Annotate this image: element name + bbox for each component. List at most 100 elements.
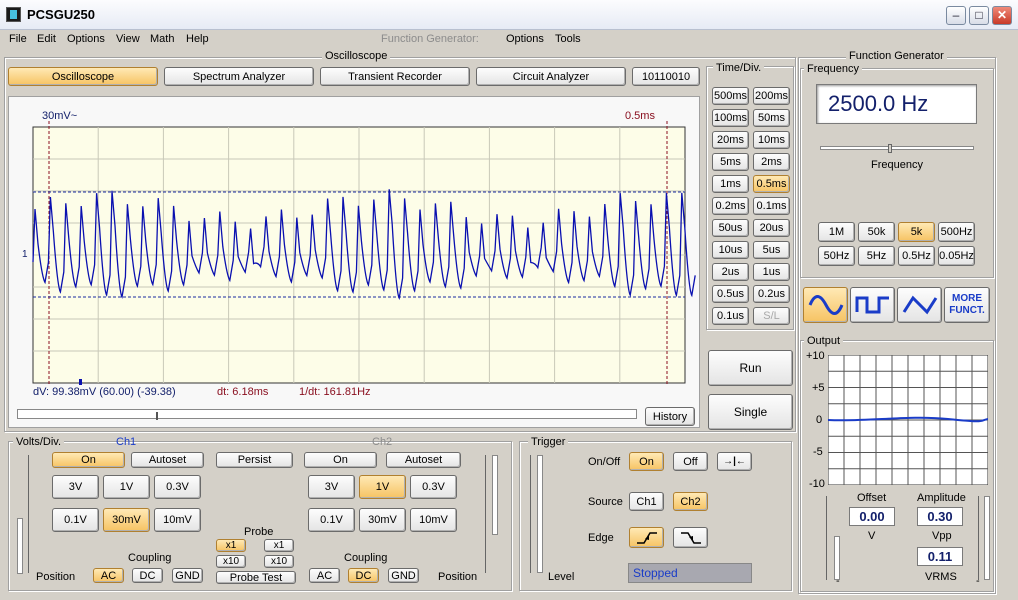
scope-plot[interactable] — [9, 97, 699, 427]
maximize-button[interactable]: □ — [969, 6, 989, 25]
offset-slider[interactable] — [834, 536, 840, 580]
amplitude-value[interactable]: 0.30 — [917, 507, 963, 526]
ch1-range-button[interactable]: 0.3V — [154, 475, 201, 499]
rising-edge-icon[interactable] — [629, 527, 664, 548]
timediv-button[interactable]: 200ms — [753, 87, 790, 105]
history-button[interactable]: History — [645, 407, 695, 426]
timediv-button[interactable]: 0.1ms — [753, 197, 790, 215]
timediv-button[interactable]: 1us — [753, 263, 790, 281]
tab-transient-recorder[interactable]: Transient Recorder — [320, 67, 470, 86]
offset-value[interactable]: 0.00 — [849, 507, 895, 526]
fgen-range-button[interactable]: 5Hz — [858, 246, 895, 266]
timediv-button[interactable]: S/L — [753, 307, 790, 325]
timediv-button[interactable]: 2us — [712, 263, 749, 281]
ch1-probe-x1[interactable]: x1 — [216, 539, 246, 552]
fgen-range-button[interactable]: 0.05Hz — [938, 246, 975, 266]
timediv-button[interactable]: 50us — [712, 219, 749, 237]
ch1-range-button[interactable]: 30mV — [103, 508, 150, 532]
ch2-probe-x1[interactable]: x1 — [264, 539, 294, 552]
timediv-button[interactable]: 5us — [753, 241, 790, 259]
ch1-autoset-button[interactable]: Autoset — [131, 452, 204, 468]
fgen-range-button[interactable]: 50Hz — [818, 246, 855, 266]
ch2-range-button[interactable]: 3V — [308, 475, 355, 499]
timediv-button[interactable]: 0.5us — [712, 285, 749, 303]
square-wave-icon[interactable] — [850, 287, 895, 323]
timediv-button[interactable]: 500ms — [712, 87, 749, 105]
y-tick-label: -10 — [809, 478, 825, 490]
ch1-range-button[interactable]: 1V — [103, 475, 150, 499]
falling-edge-icon[interactable] — [673, 527, 708, 548]
tab-spectrum-analyzer[interactable]: Spectrum Analyzer — [164, 67, 314, 86]
ch2-position-slider[interactable] — [492, 455, 498, 535]
timediv-button[interactable]: 10us — [712, 241, 749, 259]
ch1-coupling-gnd[interactable]: GND — [172, 568, 203, 583]
run-button[interactable]: Run — [708, 350, 793, 386]
menu-view[interactable]: View — [116, 33, 140, 45]
fgen-range-button[interactable]: 50k — [858, 222, 895, 242]
tab-oscilloscope[interactable]: Oscilloscope — [8, 67, 158, 86]
timediv-button[interactable]: 100ms — [712, 109, 749, 127]
menu-file[interactable]: File — [9, 33, 27, 45]
ch2-on-button[interactable]: On — [304, 452, 377, 468]
fgen-range-button[interactable]: 1M — [818, 222, 855, 242]
menu-fg-tools[interactable]: Tools — [555, 33, 581, 45]
close-button[interactable]: ✕ — [992, 6, 1012, 25]
timediv-button[interactable]: 2ms — [753, 153, 790, 171]
ch2-autoset-button[interactable]: Autoset — [386, 452, 461, 468]
menu-fg-options[interactable]: Options — [506, 33, 544, 45]
trigger-source-ch1[interactable]: Ch1 — [629, 492, 664, 511]
horizontal-scroll[interactable] — [17, 409, 637, 420]
triangle-wave-icon[interactable] — [897, 287, 942, 323]
probe-test-button[interactable]: Probe Test — [216, 571, 296, 584]
ch1-range-button[interactable]: 0.1V — [52, 508, 99, 532]
scope-display[interactable]: 30mV~ 0.5ms 1 dV: 99.38mV (60.00) (-39.3… — [8, 96, 700, 428]
minimize-button[interactable]: – — [946, 6, 966, 25]
tab-circuit-analyzer[interactable]: Circuit Analyzer — [476, 67, 626, 86]
ch2-range-button[interactable]: 0.1V — [308, 508, 355, 532]
ch1-on-button[interactable]: On — [52, 452, 125, 468]
single-button[interactable]: Single — [708, 394, 793, 430]
amplitude-slider[interactable] — [984, 496, 990, 580]
fgen-range-button[interactable]: 500Hz — [938, 222, 975, 242]
ch1-range-button[interactable]: 3V — [52, 475, 99, 499]
timediv-button[interactable]: 0.2ms — [712, 197, 749, 215]
ch2-range-button[interactable]: 10mV — [410, 508, 457, 532]
ch2-coupling-ac[interactable]: AC — [309, 568, 340, 583]
ch2-range-button[interactable]: 0.3V — [410, 475, 457, 499]
menu-edit[interactable]: Edit — [37, 33, 56, 45]
timediv-button[interactable]: 0.1us — [712, 307, 749, 325]
ch1-coupling-ac[interactable]: AC — [93, 568, 124, 583]
more-functions-button[interactable]: MORE FUNCT. — [944, 287, 990, 323]
timediv-button[interactable]: 50ms — [753, 109, 790, 127]
trigger-level-slider[interactable] — [537, 455, 543, 573]
fgen-range-button[interactable]: 5k — [898, 222, 935, 242]
ch1-probe-x10[interactable]: x10 — [216, 555, 246, 568]
timediv-button[interactable]: 1ms — [712, 175, 749, 193]
ch2-range-button[interactable]: 30mV — [359, 508, 406, 532]
trigger-on-button[interactable]: On — [629, 452, 664, 471]
timediv-button[interactable]: 0.2us — [753, 285, 790, 303]
fgen-range-button[interactable]: 0.5Hz — [898, 246, 935, 266]
ch1-coupling-dc[interactable]: DC — [132, 568, 163, 583]
tab-logic[interactable]: 10110010 — [632, 67, 700, 86]
ch1-range-button[interactable]: 10mV — [154, 508, 201, 532]
menu-help[interactable]: Help — [186, 33, 209, 45]
ch2-range-button[interactable]: 1V — [359, 475, 406, 499]
timediv-button[interactable]: 10ms — [753, 131, 790, 149]
sine-wave-icon[interactable] — [803, 287, 848, 323]
frequency-slider[interactable] — [820, 144, 974, 153]
timediv-button[interactable]: 5ms — [712, 153, 749, 171]
ch2-coupling-gnd[interactable]: GND — [388, 568, 419, 583]
timediv-button[interactable]: 20ms — [712, 131, 749, 149]
ch2-coupling-dc[interactable]: DC — [348, 568, 379, 583]
trigger-center-icon[interactable]: →|← — [717, 452, 752, 471]
ch1-position-slider[interactable] — [17, 518, 23, 574]
menu-options[interactable]: Options — [67, 33, 105, 45]
menu-math[interactable]: Math — [150, 33, 174, 45]
timediv-button[interactable]: 0.5ms — [753, 175, 790, 193]
trigger-off-button[interactable]: Off — [673, 452, 708, 471]
timediv-button[interactable]: 20us — [753, 219, 790, 237]
trigger-source-ch2[interactable]: Ch2 — [673, 492, 708, 511]
ch2-probe-x10[interactable]: x10 — [264, 555, 294, 568]
persist-button[interactable]: Persist — [216, 452, 293, 468]
